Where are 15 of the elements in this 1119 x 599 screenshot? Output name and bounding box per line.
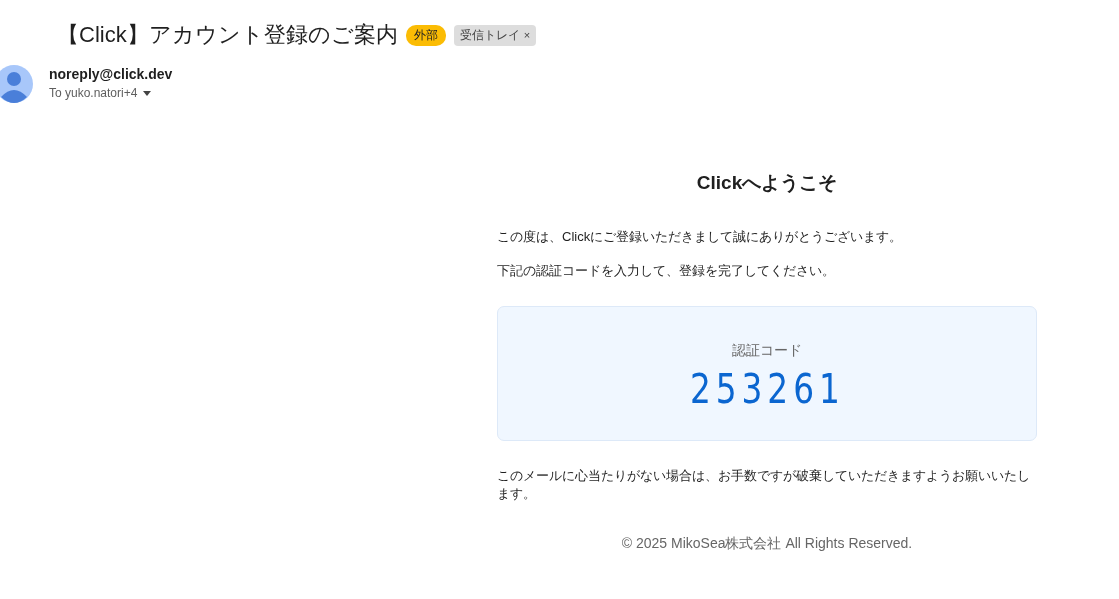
remove-label-button[interactable]: × [523,29,531,41]
body-paragraph: この度は、Clickにご登録いただきまして誠にありがとうございます。 [497,228,904,246]
email-subject: 【Click】アカウント登録のご案内 [57,21,398,49]
external-label: 外部 [405,24,446,46]
label-text: 受信トレイ [459,26,520,44]
code-label: 認証コード [732,341,802,360]
welcome-heading: Clickへようこそ [695,171,839,195]
body-paragraph: このメールに心当たりがない場合は、お手数ですが破棄していただきますようお願いいたします。 [497,467,1031,503]
avatar-icon [0,64,33,104]
sender-address: noreply@click.dev [49,66,173,82]
dropdown-caret-icon[interactable] [143,90,152,96]
verification-code: 253261 [689,365,845,412]
body-paragraph: 下記の認証コードを入力して、登録を完了してください。 [497,262,836,280]
recipients-text: To yuko.natori+4 [49,86,138,100]
copyright-footer: © 2025 MikoSea株式会社 All Rights Reserved. [497,535,1037,553]
